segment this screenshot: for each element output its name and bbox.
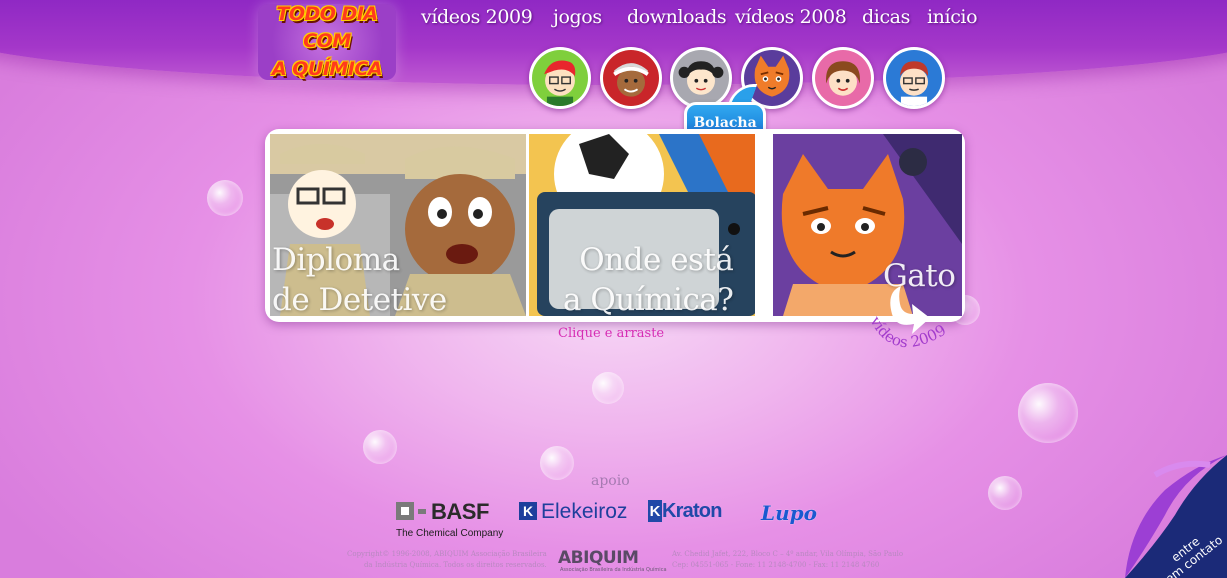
slide-diploma-detetive[interactable]: Diploma de Detetive: [270, 134, 526, 316]
nav-videos-2008[interactable]: vídeos 2008: [735, 6, 847, 28]
main-nav: vídeos 2009 jogos downloads vídeos 2008 …: [0, 6, 1227, 36]
nav-jogos[interactable]: jogos: [553, 6, 602, 28]
support-label: apoio: [591, 473, 630, 489]
nav-videos-2009[interactable]: vídeos 2009: [421, 6, 533, 28]
kraton-logo-icon: K: [648, 500, 662, 522]
logo-line-2: A QUÍMICA: [271, 57, 383, 80]
bubble-decoration: [207, 180, 243, 216]
character-avatar-2[interactable]: [600, 47, 662, 109]
sponsor-basf-tagline: The Chemical Company: [396, 528, 504, 539]
elekeiroz-logo-icon: K: [519, 502, 537, 520]
slide-onde-esta-quimica[interactable]: Onde está a Química?: [529, 134, 755, 316]
sponsor-kraton[interactable]: Kraton: [662, 500, 722, 523]
character-avatar-6[interactable]: [883, 47, 945, 109]
character-avatar-1[interactable]: [529, 47, 591, 109]
address-text: Av. Chedid Jafet, 222, Bloco C – 4º anda…: [672, 550, 904, 569]
copyright-text: Copyright© 1996-2008, ABIQUIM Associação…: [347, 550, 547, 569]
bubble-decoration: [363, 430, 397, 464]
bubble-decoration: [540, 446, 574, 480]
character-avatar-5[interactable]: [812, 47, 874, 109]
slide-title-onde-esta: Onde está a Química?: [563, 242, 734, 316]
nav-inicio[interactable]: início: [927, 6, 978, 28]
sponsor-basf[interactable]: BASF: [431, 499, 489, 525]
basf-logo-icon: [396, 502, 426, 520]
sponsor-lupo[interactable]: Lupo: [761, 501, 817, 525]
bubble-decoration: [1018, 383, 1078, 443]
nav-downloads[interactable]: downloads: [627, 6, 727, 28]
character-avatar-bolacha[interactable]: [670, 47, 732, 109]
video-carousel[interactable]: Diploma de Detetive Onde está a Química?: [265, 129, 965, 322]
bubble-decoration: [988, 476, 1022, 510]
nav-dicas[interactable]: dicas: [862, 6, 910, 28]
videos-2009-stamp[interactable]: vídeos 2009: [866, 280, 966, 372]
drag-hint: Clique e arraste: [558, 326, 665, 341]
sponsor-elekeiroz[interactable]: Elekeiroz: [541, 500, 627, 524]
slide-title-diploma: Diploma de Detetive: [272, 242, 447, 316]
abiquim-tagline: Associação Brasileira da Indústria Quími…: [560, 567, 667, 573]
curved-arrow-icon: [890, 286, 930, 334]
contact-page-curl[interactable]: entre em contato: [1125, 455, 1227, 578]
bubble-decoration: [592, 372, 624, 404]
abiquim-logo[interactable]: ABIQUIM: [558, 548, 639, 568]
